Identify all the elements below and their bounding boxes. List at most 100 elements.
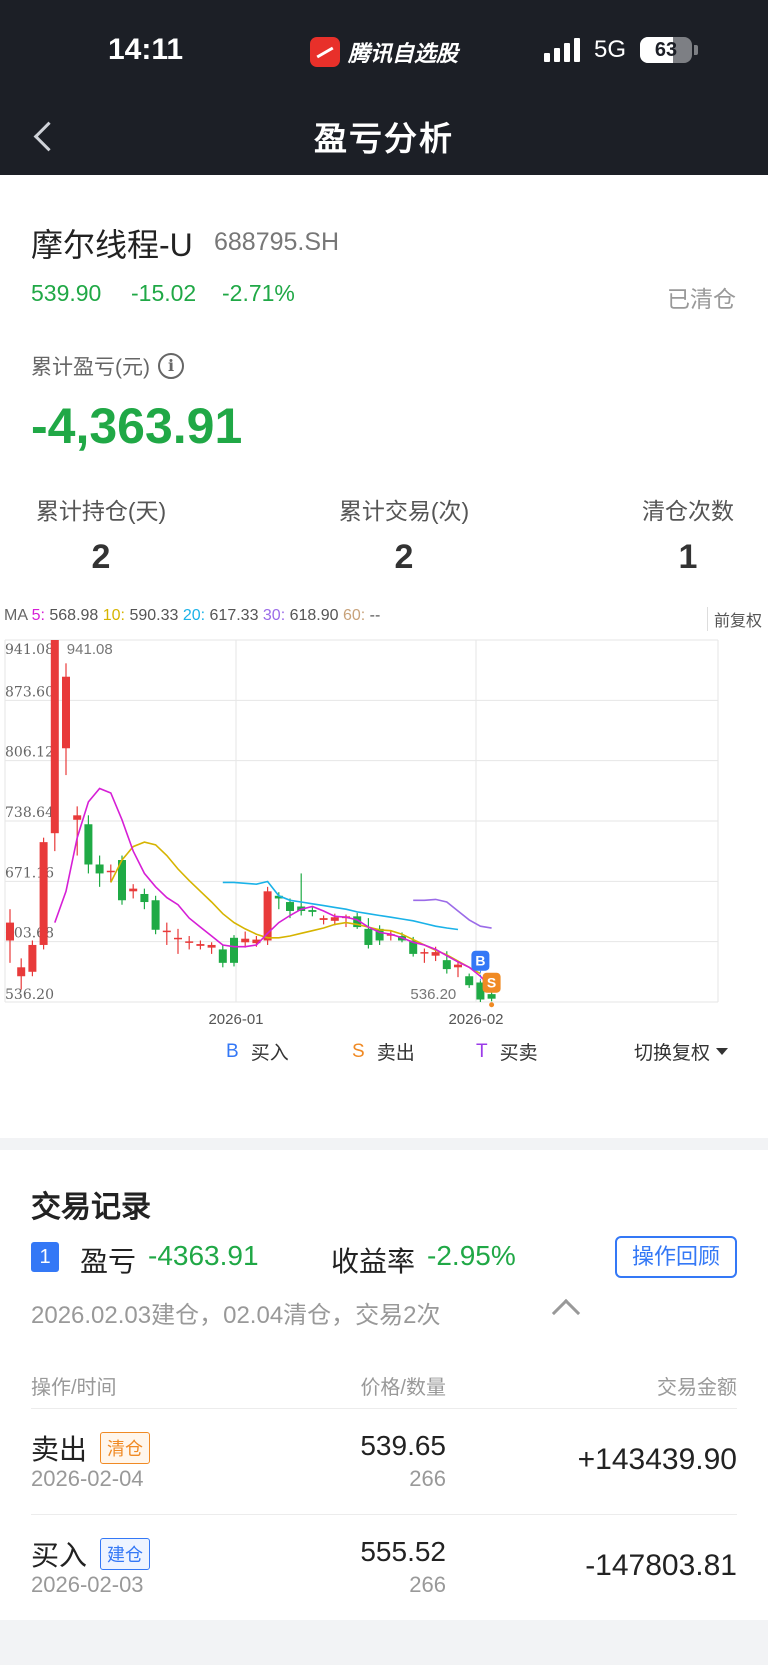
record-yield-value: -2.95%	[427, 1240, 516, 1271]
legend-both-text: 买卖	[499, 1043, 538, 1064]
row-action: 买入	[31, 1540, 88, 1571]
ma20-line	[222, 880, 459, 931]
candle-body	[218, 949, 227, 963]
candle-body	[62, 676, 70, 749]
row-divider	[31, 1408, 737, 1409]
legend-sell-text: 卖出	[376, 1043, 415, 1064]
low-price-label: 536.20	[410, 986, 456, 1003]
ma-prefix: MA	[4, 607, 28, 624]
cum-pl-label-text: 累计盈亏(元)	[31, 356, 150, 379]
candle-body	[185, 941, 194, 943]
stock-code: 688795.SH	[214, 228, 340, 256]
candle-body	[151, 900, 160, 930]
stat-holding-days: 累计持仓(天) 2	[31, 492, 171, 577]
stat-value: 2	[91, 538, 111, 576]
candle-body	[106, 870, 115, 873]
row-price: 539.65	[360, 1430, 446, 1461]
record-yield: 收益率 -2.95%	[331, 1240, 516, 1280]
candle-body	[465, 976, 474, 986]
signal-icon	[544, 38, 580, 62]
legend-sell: S 卖出	[352, 1038, 415, 1065]
y-tick-label: 738.64	[5, 805, 54, 821]
x-tick-label: 2026-02	[448, 1011, 503, 1028]
stat-clear-count: 清仓次数 1	[636, 492, 740, 577]
candle-body	[230, 937, 238, 963]
candle-body	[17, 967, 26, 977]
ma-legend-label: 5:	[31, 607, 45, 624]
chevron-up-icon[interactable]	[551, 1298, 581, 1328]
ma-legend-value: 568.98	[44, 607, 103, 624]
candle-body	[140, 893, 149, 903]
record-pl-label: 盈亏	[80, 1246, 137, 1277]
row-amount: -147803.81	[585, 1549, 737, 1582]
legend-sell-symbol: S	[352, 1040, 365, 1062]
row-action: 卖出	[31, 1434, 88, 1465]
stock-panel: 摩尔线程-U 688795.SH 539.90 -15.02 -2.71% 已清…	[0, 175, 768, 1138]
stat-label: 累计持仓(天)	[35, 498, 167, 524]
candle-body	[431, 952, 440, 956]
y-tick-label: 941.08	[5, 642, 54, 658]
ma-legend-label: 60:	[342, 607, 366, 624]
caret-down-icon	[716, 1048, 729, 1055]
stock-price: 539.90	[31, 280, 102, 306]
sell-marker-dot	[489, 1002, 495, 1008]
candle-body	[196, 944, 205, 946]
record-pl: 盈亏 -4363.91	[80, 1240, 259, 1280]
status-app-indicator[interactable]: 腾讯自选股	[310, 36, 458, 68]
record-summary: 2026.02.03建仓，02.04清仓，交易2次	[31, 1302, 441, 1329]
row-qty: 266	[409, 1466, 446, 1491]
y-tick-label: 536.20	[5, 987, 54, 1003]
stat-value: 2	[394, 538, 414, 576]
status-time: 14:11	[108, 33, 184, 66]
sell-marker-label: S	[487, 975, 496, 991]
ma-legend-value: 617.33	[205, 607, 263, 624]
legend-buy-symbol: B	[226, 1040, 239, 1062]
switch-adjust-button[interactable]: 切换复权	[634, 1038, 729, 1065]
ma-legend: MA 5: 568.98 10: 590.33 20: 617.33 30: 6…	[4, 607, 380, 625]
candle-body	[84, 824, 93, 865]
cum-pl-value: -4,363.91	[31, 398, 243, 454]
record-index-badge: 1	[31, 1242, 59, 1272]
column-header-action: 操作/时间	[31, 1377, 117, 1399]
battery-icon: 63	[640, 37, 693, 63]
trade-records-section: 交易记录 1 盈亏 -4363.91 收益率 -2.95% 操作回顾 2026.…	[0, 1150, 768, 1620]
candle-body	[241, 938, 250, 943]
row-qty: 266	[409, 1572, 446, 1597]
column-header-amount: 交易金额	[657, 1377, 737, 1399]
stat-value: 1	[678, 538, 698, 576]
app-logo-icon	[310, 37, 340, 67]
ma-legend-label: 20:	[182, 607, 206, 624]
cum-pl-label: 累计盈亏(元) i	[31, 351, 184, 381]
legend-buy: B 买入	[226, 1038, 289, 1065]
stock-name: 摩尔线程-U	[31, 227, 193, 263]
candle-body	[39, 842, 48, 945]
candle-body	[174, 937, 182, 940]
review-button[interactable]: 操作回顾	[615, 1236, 737, 1278]
stat-label: 清仓次数	[642, 498, 734, 524]
y-tick-label: 873.60	[5, 684, 54, 700]
candlestick-chart[interactable]: 941.08873.60806.12738.64671.16603.68536.…	[0, 625, 768, 1035]
candle-body	[95, 864, 104, 874]
record-yield-label: 收益率	[331, 1246, 416, 1277]
info-icon[interactable]: i	[158, 353, 184, 379]
open-tag: 建仓	[100, 1538, 150, 1570]
candle-body	[73, 815, 82, 820]
clear-tag: 清仓	[100, 1432, 150, 1464]
battery-tip	[694, 45, 699, 55]
legend-both: T 买卖	[476, 1038, 538, 1065]
column-header-price: 价格/数量	[360, 1377, 446, 1399]
candle-body	[442, 960, 451, 970]
row-price: 555.52	[360, 1536, 446, 1567]
x-tick-label: 2026-01	[208, 1011, 263, 1028]
ma-legend-label: 10:	[102, 607, 125, 624]
ma-legend-label: 30:	[262, 607, 286, 624]
candle-body	[319, 918, 328, 920]
ma-legend-value: --	[365, 607, 381, 624]
candle-body	[207, 944, 216, 948]
candle-body	[286, 902, 294, 911]
page-title: 盈亏分析	[314, 120, 454, 157]
status-indicators: 5G 63	[544, 36, 699, 64]
ma-legend-value: 618.90	[285, 607, 343, 624]
row-date: 2026-02-04	[31, 1466, 144, 1491]
candle-body	[28, 944, 37, 972]
